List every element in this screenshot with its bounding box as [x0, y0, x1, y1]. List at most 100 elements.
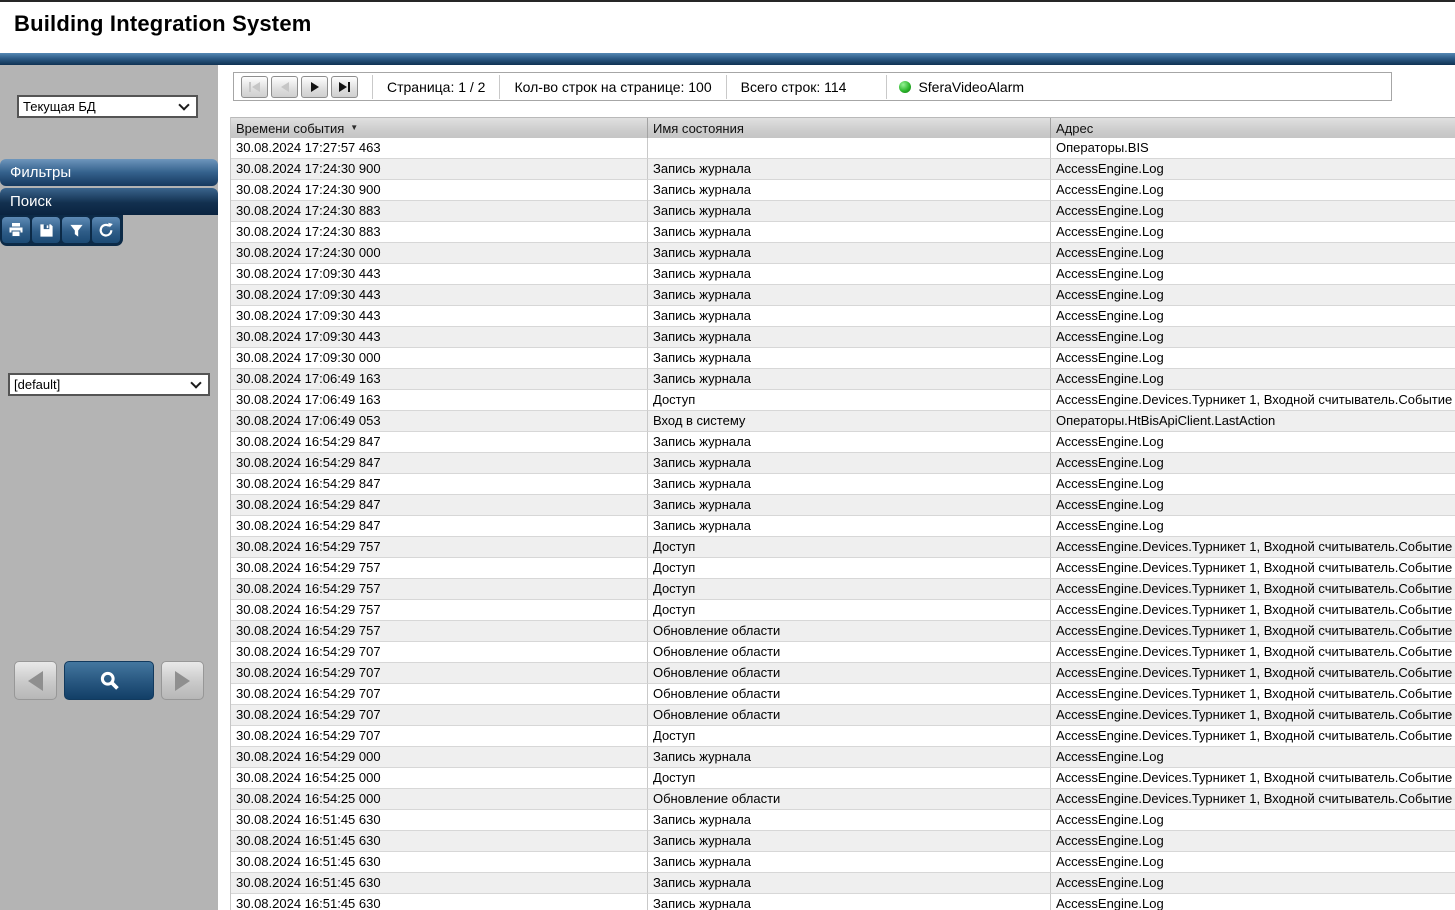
- previous-result-button[interactable]: [14, 661, 57, 700]
- table-row[interactable]: 30.08.2024 16:54:29 707 Обновление облас…: [231, 705, 1455, 726]
- cell-event-time: 30.08.2024 16:54:25 000: [231, 768, 648, 789]
- table-row[interactable]: 30.08.2024 16:54:29 707 Обновление облас…: [231, 663, 1455, 684]
- cell-state-name: Запись журнала: [648, 285, 1051, 306]
- search-toolbar: [0, 215, 123, 246]
- pagination-toolbar: Страница: 1 / 2 Кол-во строк на странице…: [233, 72, 1392, 101]
- refresh-button[interactable]: [92, 217, 120, 243]
- cell-event-time: 30.08.2024 16:54:29 707: [231, 705, 648, 726]
- cell-state-name: Запись журнала: [648, 432, 1051, 453]
- column-header-state-name[interactable]: Имя состояния: [648, 118, 1051, 138]
- cell-state-name: Запись журнала: [648, 327, 1051, 348]
- cell-event-time: 30.08.2024 16:54:29 847: [231, 453, 648, 474]
- table-row[interactable]: 30.08.2024 17:09:30 443 Запись журнала A…: [231, 285, 1455, 306]
- table-row[interactable]: 30.08.2024 16:54:29 757 Обновление облас…: [231, 621, 1455, 642]
- next-page-button[interactable]: [301, 76, 328, 98]
- table-row[interactable]: 30.08.2024 16:54:29 757 Доступ AccessEng…: [231, 579, 1455, 600]
- cell-state-name: Запись журнала: [648, 852, 1051, 873]
- table-row[interactable]: 30.08.2024 17:27:57 463 Операторы.BIS: [231, 138, 1455, 159]
- database-select[interactable]: Текущая БД: [17, 95, 198, 118]
- cell-state-name: Доступ: [648, 768, 1051, 789]
- first-page-button[interactable]: [241, 76, 268, 98]
- table-row[interactable]: 30.08.2024 17:09:30 000 Запись журнала A…: [231, 348, 1455, 369]
- search-button[interactable]: [64, 661, 154, 700]
- table-row[interactable]: 30.08.2024 16:54:25 000 Доступ AccessEng…: [231, 768, 1455, 789]
- cell-state-name: Доступ: [648, 579, 1051, 600]
- cell-event-time: 30.08.2024 17:24:30 000: [231, 243, 648, 264]
- table-row[interactable]: 30.08.2024 16:51:45 630 Запись журнала A…: [231, 852, 1455, 873]
- table-row[interactable]: 30.08.2024 16:54:29 757 Доступ AccessEng…: [231, 558, 1455, 579]
- table-row[interactable]: 30.08.2024 16:54:29 847 Запись журнала A…: [231, 516, 1455, 537]
- sidebar-panel-search[interactable]: Поиск: [0, 188, 218, 215]
- table-row[interactable]: 30.08.2024 17:24:30 900 Запись журнала A…: [231, 180, 1455, 201]
- filter-profile-select[interactable]: [default]: [8, 373, 210, 396]
- cell-state-name: Запись журнала: [648, 474, 1051, 495]
- table-row[interactable]: 30.08.2024 16:51:45 630 Запись журнала A…: [231, 810, 1455, 831]
- cell-event-time: 30.08.2024 16:54:29 000: [231, 747, 648, 768]
- table-row[interactable]: 30.08.2024 17:24:30 883 Запись журнала A…: [231, 201, 1455, 222]
- toolbar-separator: [726, 75, 727, 99]
- status-ok-icon: [899, 81, 911, 93]
- table-row[interactable]: 30.08.2024 16:54:29 000 Запись журнала A…: [231, 747, 1455, 768]
- save-button[interactable]: [32, 217, 60, 243]
- filter-button[interactable]: [62, 217, 90, 243]
- cell-state-name: Доступ: [648, 537, 1051, 558]
- cell-event-time: 30.08.2024 16:51:45 630: [231, 894, 648, 910]
- cell-address: AccessEngine.Log: [1051, 306, 1455, 327]
- last-page-button[interactable]: [331, 76, 358, 98]
- cell-address: AccessEngine.Log: [1051, 180, 1455, 201]
- cell-event-time: 30.08.2024 17:06:49 053: [231, 411, 648, 432]
- toolbar-separator: [886, 75, 887, 99]
- cell-address: AccessEngine.Log: [1051, 873, 1455, 894]
- table-row[interactable]: 30.08.2024 16:51:45 630 Запись журнала A…: [231, 894, 1455, 910]
- table-row[interactable]: 30.08.2024 16:51:45 630 Запись журнала A…: [231, 831, 1455, 852]
- cell-state-name: Запись журнала: [648, 831, 1051, 852]
- table-row[interactable]: 30.08.2024 17:09:30 443 Запись журнала A…: [231, 306, 1455, 327]
- table-row[interactable]: 30.08.2024 17:06:49 163 Доступ AccessEng…: [231, 390, 1455, 411]
- cell-address: AccessEngine.Devices.Турникет 1, Входной…: [1051, 663, 1455, 684]
- table-row[interactable]: 30.08.2024 16:54:29 707 Обновление облас…: [231, 642, 1455, 663]
- column-header-event-time[interactable]: Времени события ▼: [231, 118, 648, 138]
- cell-address: AccessEngine.Log: [1051, 495, 1455, 516]
- cell-state-name: Доступ: [648, 390, 1051, 411]
- previous-page-button[interactable]: [271, 76, 298, 98]
- table-row[interactable]: 30.08.2024 17:24:30 883 Запись журнала A…: [231, 222, 1455, 243]
- table-row[interactable]: 30.08.2024 16:54:29 847 Запись журнала A…: [231, 474, 1455, 495]
- next-result-button[interactable]: [161, 661, 204, 700]
- arrow-right-icon: [175, 671, 190, 691]
- pager-buttons: [241, 76, 358, 98]
- print-button[interactable]: [2, 217, 30, 243]
- table-row[interactable]: 30.08.2024 16:54:25 000 Обновление облас…: [231, 789, 1455, 810]
- table-row[interactable]: 30.08.2024 16:54:29 847 Запись журнала A…: [231, 453, 1455, 474]
- cell-state-name: Доступ: [648, 558, 1051, 579]
- cell-state-name: Запись журнала: [648, 453, 1051, 474]
- table-row[interactable]: 30.08.2024 16:54:29 707 Обновление облас…: [231, 684, 1455, 705]
- table-row[interactable]: 30.08.2024 17:24:30 000 Запись журнала A…: [231, 243, 1455, 264]
- cell-event-time: 30.08.2024 17:06:49 163: [231, 390, 648, 411]
- table-row[interactable]: 30.08.2024 16:54:29 847 Запись журнала A…: [231, 432, 1455, 453]
- table-row[interactable]: 30.08.2024 17:09:30 443 Запись журнала A…: [231, 327, 1455, 348]
- table-row[interactable]: 30.08.2024 17:09:30 443 Запись журнала A…: [231, 264, 1455, 285]
- cell-address: AccessEngine.Log: [1051, 201, 1455, 222]
- cell-address: AccessEngine.Log: [1051, 432, 1455, 453]
- toolbar-separator: [372, 75, 373, 99]
- page-title: Building Integration System: [14, 11, 312, 37]
- connection-status: SferaVideoAlarm: [899, 79, 1024, 95]
- cell-address: AccessEngine.Devices.Турникет 1, Входной…: [1051, 789, 1455, 810]
- table-row[interactable]: 30.08.2024 16:54:29 757 Доступ AccessEng…: [231, 600, 1455, 621]
- cell-state-name: Запись журнала: [648, 243, 1051, 264]
- table-row[interactable]: 30.08.2024 17:24:30 900 Запись журнала A…: [231, 159, 1455, 180]
- table-row[interactable]: 30.08.2024 16:51:45 630 Запись журнала A…: [231, 873, 1455, 894]
- table-row[interactable]: 30.08.2024 16:54:29 707 Доступ AccessEng…: [231, 726, 1455, 747]
- sort-descending-icon: ▼: [350, 124, 358, 132]
- cell-event-time: 30.08.2024 17:09:30 443: [231, 264, 648, 285]
- table-row[interactable]: 30.08.2024 16:54:29 847 Запись журнала A…: [231, 495, 1455, 516]
- table-row[interactable]: 30.08.2024 17:06:49 053 Вход в систему О…: [231, 411, 1455, 432]
- table-row[interactable]: 30.08.2024 16:54:29 757 Доступ AccessEng…: [231, 537, 1455, 558]
- sidebar-panel-filters[interactable]: Фильтры: [0, 159, 218, 186]
- column-header-address[interactable]: Адрес: [1051, 118, 1455, 138]
- cell-event-time: 30.08.2024 16:54:29 707: [231, 726, 648, 747]
- cell-state-name: Вход в систему: [648, 411, 1051, 432]
- cell-event-time: 30.08.2024 17:24:30 883: [231, 201, 648, 222]
- table-row[interactable]: 30.08.2024 17:06:49 163 Запись журнала A…: [231, 369, 1455, 390]
- filter-icon: [69, 223, 84, 238]
